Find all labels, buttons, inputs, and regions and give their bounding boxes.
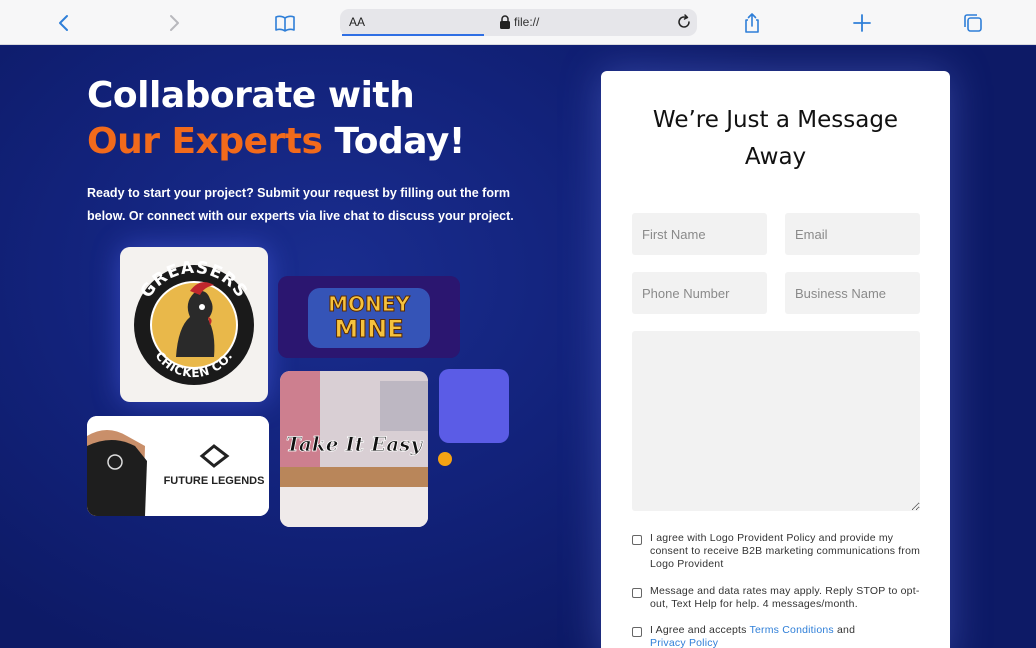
url-text: file:// bbox=[514, 15, 540, 29]
browser-toolbar: AA file:// bbox=[0, 0, 1036, 45]
consent-sms-text: Message and data rates may apply. Reply … bbox=[650, 585, 920, 610]
hero-intro: Ready to start your project? Submit your… bbox=[87, 182, 527, 228]
consent-terms-and: and bbox=[833, 624, 856, 636]
back-icon[interactable] bbox=[50, 9, 78, 37]
contact-form-card: We’re Just a Message Away I agree with L… bbox=[601, 71, 950, 648]
reload-icon[interactable] bbox=[675, 13, 693, 31]
phone-number-field[interactable] bbox=[632, 272, 767, 314]
tabs-overview-icon[interactable] bbox=[959, 9, 987, 37]
take-it-easy-image: Take It Easy bbox=[280, 371, 428, 527]
consent-sms-checkbox[interactable] bbox=[632, 588, 642, 598]
intro-line1: Ready to start your project? Submit your… bbox=[87, 186, 510, 200]
consent-policy-text: I agree with Logo Provident Policy and p… bbox=[650, 532, 921, 570]
consent-terms: I Agree and accepts Terms Conditions and… bbox=[632, 624, 922, 648]
portfolio-card-future-legends: FUTURE LEGENDS bbox=[87, 416, 269, 516]
decorative-dot bbox=[438, 452, 452, 466]
text-size-button[interactable]: AA bbox=[349, 15, 365, 29]
forward-icon[interactable] bbox=[160, 9, 188, 37]
form-title: We’re Just a Message Away bbox=[601, 102, 950, 176]
new-tab-icon[interactable] bbox=[848, 9, 876, 37]
message-textarea[interactable] bbox=[632, 331, 920, 511]
consent-terms-text: I Agree and accepts Terms Conditions and… bbox=[650, 624, 855, 648]
take-it-easy-text: Take It Easy bbox=[286, 432, 423, 456]
headline-line1: Collaborate with bbox=[87, 75, 415, 116]
business-name-field[interactable] bbox=[785, 272, 920, 314]
headline-accent: Our Experts bbox=[87, 121, 323, 162]
consent-sms: Message and data rates may apply. Reply … bbox=[632, 585, 922, 611]
money-text: MONEY bbox=[328, 292, 410, 316]
portfolio-card-money-mine: MONEY MINE bbox=[278, 276, 460, 358]
hero-headline: Collaborate with Our Experts Today! bbox=[87, 73, 465, 165]
intro-line2: below. Or connect with our experts via l… bbox=[87, 209, 514, 223]
decorative-square bbox=[439, 369, 509, 443]
email-field[interactable] bbox=[785, 213, 920, 255]
first-name-field[interactable] bbox=[632, 213, 767, 255]
terms-conditions-link[interactable]: Terms Conditions bbox=[750, 624, 834, 636]
headline-line2: Our Experts Today! bbox=[87, 119, 465, 165]
consent-terms-prefix: I Agree and accepts bbox=[650, 624, 750, 636]
consent-policy: I agree with Logo Provident Policy and p… bbox=[632, 532, 922, 571]
money-mine-logo: MONEY MINE bbox=[278, 276, 460, 358]
form-title-line2: Away bbox=[744, 144, 807, 170]
portfolio-card-greasers: GREASERS CHICKEN CO. bbox=[120, 247, 268, 402]
hero-section: Collaborate with Our Experts Today! Read… bbox=[0, 46, 1036, 648]
consent-policy-checkbox[interactable] bbox=[632, 535, 642, 545]
share-icon[interactable] bbox=[738, 9, 766, 37]
form-title-line1: We’re Just a Message bbox=[652, 107, 899, 133]
address-bar[interactable]: AA file:// bbox=[340, 9, 697, 36]
bookmarks-icon[interactable] bbox=[271, 9, 299, 37]
portfolio-card-take-it-easy: Take It Easy bbox=[280, 371, 428, 527]
future-legends-text: FUTURE LEGENDS bbox=[164, 475, 265, 487]
privacy-policy-link[interactable]: Privacy Policy bbox=[650, 637, 718, 648]
future-legends-image: FUTURE LEGENDS bbox=[87, 416, 269, 516]
lock-icon bbox=[500, 15, 510, 29]
greasers-logo: GREASERS CHICKEN CO. bbox=[134, 258, 254, 385]
page-load-progress bbox=[342, 34, 484, 36]
mine-text: MINE bbox=[334, 315, 403, 343]
headline-end: Today! bbox=[322, 121, 465, 162]
consent-terms-checkbox[interactable] bbox=[632, 627, 642, 637]
